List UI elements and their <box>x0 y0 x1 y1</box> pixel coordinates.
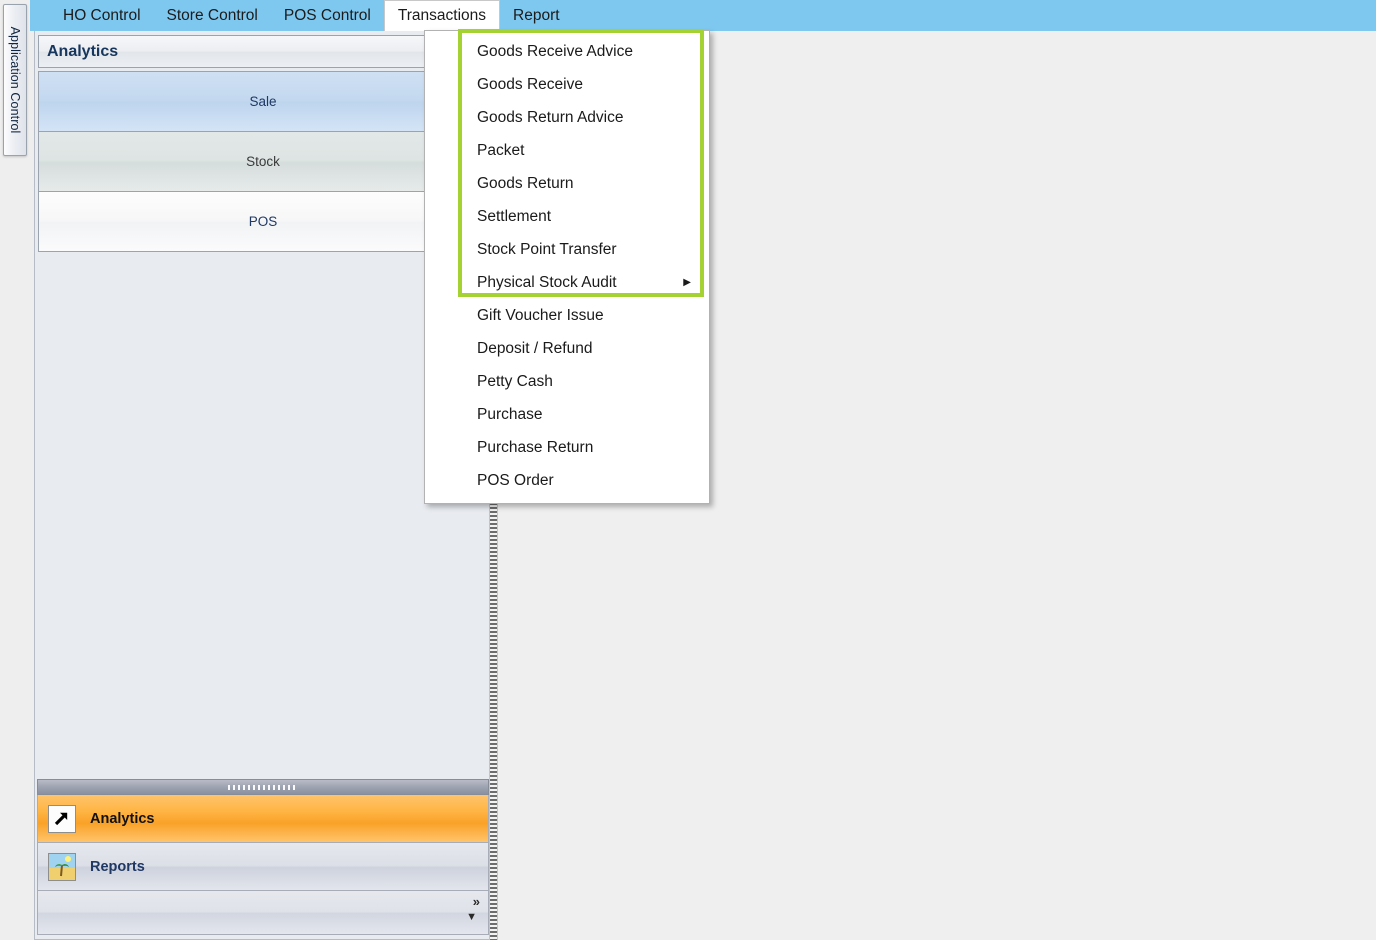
chevron-down-icon[interactable]: ▼ <box>466 912 477 923</box>
menu-pos-control-label: POS Control <box>283 6 371 24</box>
menu-item-goods-return-label: Goods Return <box>477 174 574 192</box>
band-item-stock[interactable]: Stock <box>39 132 487 192</box>
band-item-pos[interactable]: POS <box>39 192 487 252</box>
page-title: Analytics <box>47 42 119 60</box>
grip-dots-icon <box>228 784 298 790</box>
picture-icon <box>48 852 76 881</box>
menu-item-deposit-refund-label: Deposit / Refund <box>477 339 593 357</box>
menu-item-stock-point-transfer[interactable]: Stock Point Transfer <box>425 233 709 266</box>
menu-item-physical-stock-audit[interactable]: Physical Stock Audit ▶ <box>425 266 709 299</box>
menu-item-deposit-refund[interactable]: Deposit / Refund <box>425 332 709 365</box>
navigation-pane-stack: Analytics Reports » ▼ <box>37 779 489 937</box>
analytics-band-list: Sale Stock POS <box>38 71 488 252</box>
menu-item-goods-receive-label: Goods Receive <box>477 75 583 93</box>
navigator-empty-area <box>38 287 488 784</box>
submenu-arrow-icon: ▶ <box>683 277 691 288</box>
transactions-dropdown-menu: Goods Receive Advice Goods Receive Goods… <box>424 30 710 504</box>
band-item-pos-label: POS <box>248 214 278 229</box>
menu-item-goods-receive-advice-label: Goods Receive Advice <box>477 42 633 60</box>
menu-item-settlement-label: Settlement <box>477 207 552 225</box>
stack-resize-grip[interactable] <box>37 779 489 795</box>
band-item-stock-label: Stock <box>246 154 280 169</box>
menu-item-petty-cash[interactable]: Petty Cash <box>425 365 709 398</box>
stack-item-analytics[interactable]: Analytics <box>37 795 489 843</box>
menu-ho-control-label: HO Control <box>63 6 141 24</box>
menu-item-petty-cash-label: Petty Cash <box>477 372 553 390</box>
arrow-up-right-icon <box>48 804 76 833</box>
menu-item-gift-voucher-issue-label: Gift Voucher Issue <box>477 306 604 324</box>
menu-item-gift-voucher-issue[interactable]: Gift Voucher Issue <box>425 299 709 332</box>
menu-item-purchase-return-label: Purchase Return <box>477 438 594 456</box>
menu-item-goods-receive[interactable]: Goods Receive <box>425 68 709 101</box>
band-item-sale-label: Sale <box>249 94 277 109</box>
stack-overflow-bar[interactable]: » ▼ <box>37 891 489 935</box>
menu-pos-control[interactable]: POS Control <box>271 0 384 31</box>
main-menu-bar: HO Control Store Control POS Control Tra… <box>30 0 1376 31</box>
menu-item-goods-receive-advice[interactable]: Goods Receive Advice <box>425 35 709 68</box>
menu-item-purchase-label: Purchase <box>477 405 543 423</box>
menu-ho-control[interactable]: HO Control <box>50 0 154 31</box>
menu-store-control[interactable]: Store Control <box>154 0 271 31</box>
menu-store-control-label: Store Control <box>166 6 258 24</box>
menu-item-stock-point-transfer-label: Stock Point Transfer <box>477 240 617 258</box>
menu-item-purchase-return[interactable]: Purchase Return <box>425 431 709 464</box>
stack-item-analytics-label: Analytics <box>90 810 155 827</box>
menu-item-pos-order-label: POS Order <box>477 471 554 489</box>
menu-item-packet-label: Packet <box>477 141 525 159</box>
menu-transactions[interactable]: Transactions <box>383 0 501 31</box>
menu-item-packet[interactable]: Packet <box>425 134 709 167</box>
stack-item-reports-label: Reports <box>90 858 145 875</box>
band-item-sale[interactable]: Sale <box>39 72 487 132</box>
application-window: Application Control HO Control Store Con… <box>0 0 1376 940</box>
double-chevron-right-icon[interactable]: » <box>473 895 480 908</box>
application-control-label: Application Control <box>8 26 22 134</box>
navigator-header: Analytics <box>38 35 488 68</box>
menu-transactions-label: Transactions <box>397 7 487 24</box>
menu-report-label: Report <box>513 6 560 24</box>
stack-item-reports[interactable]: Reports <box>37 843 489 891</box>
menu-item-settlement[interactable]: Settlement <box>425 200 709 233</box>
menu-item-goods-return-advice[interactable]: Goods Return Advice <box>425 101 709 134</box>
menu-item-goods-return[interactable]: Goods Return <box>425 167 709 200</box>
menu-item-goods-return-advice-label: Goods Return Advice <box>477 108 624 126</box>
application-control-dock-tab[interactable]: Application Control <box>3 4 27 156</box>
menu-report[interactable]: Report <box>500 0 573 31</box>
menu-item-physical-stock-audit-label: Physical Stock Audit <box>477 273 617 291</box>
menu-item-pos-order[interactable]: POS Order <box>425 464 709 497</box>
menu-item-purchase[interactable]: Purchase <box>425 398 709 431</box>
